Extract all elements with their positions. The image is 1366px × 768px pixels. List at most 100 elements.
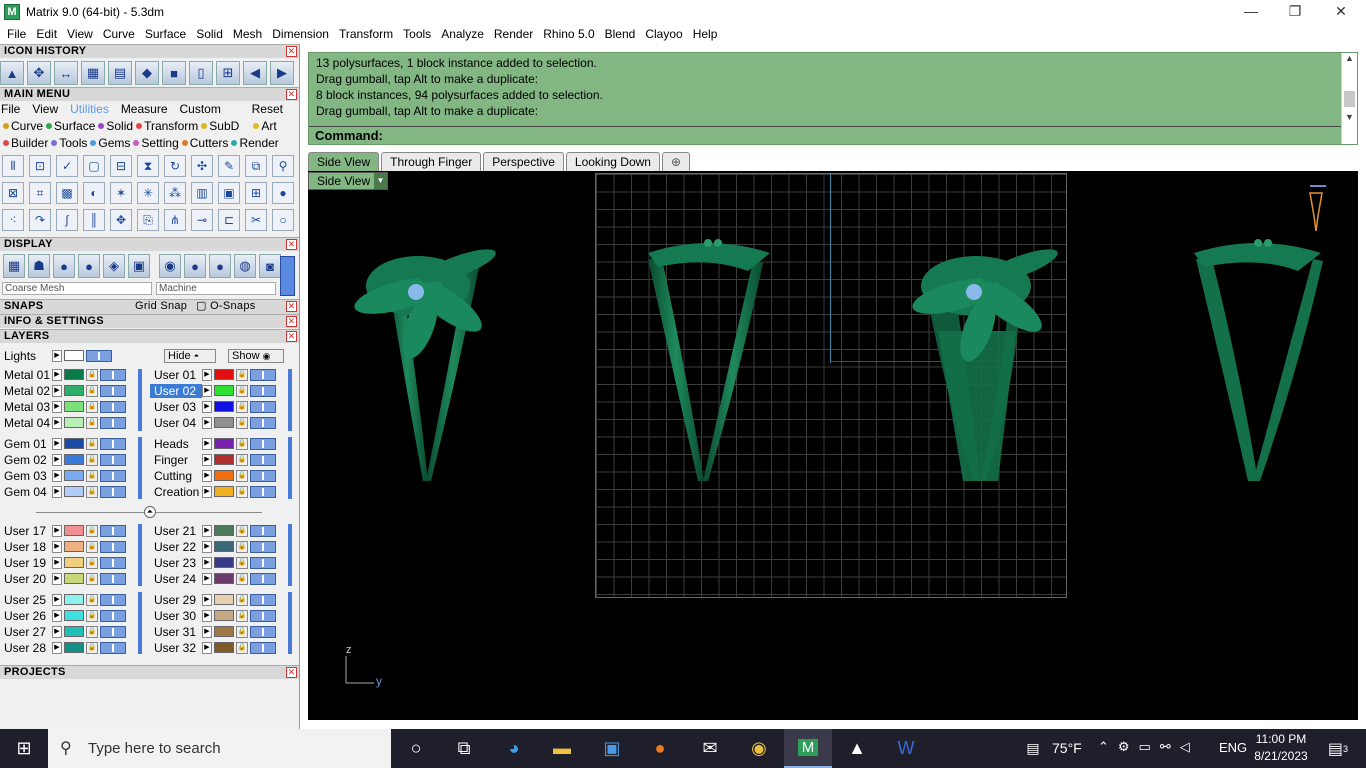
- star-tool-icon[interactable]: ✶: [110, 182, 132, 204]
- lock-icon[interactable]: 🔒: [86, 416, 98, 429]
- lock-icon[interactable]: 🔒: [236, 540, 248, 553]
- layer-color-swatch[interactable]: [64, 401, 84, 412]
- layer-visibility[interactable]: [100, 416, 126, 429]
- scatter-icon[interactable]: ✣: [191, 155, 213, 177]
- task-view-icon[interactable]: ⧉: [440, 729, 488, 768]
- layer-row-lights[interactable]: Lights ▶: [0, 348, 114, 363]
- lock-icon[interactable]: 🔒: [86, 625, 98, 638]
- close-icon[interactable]: ✕: [286, 89, 297, 100]
- lock-icon[interactable]: 🔒: [86, 384, 98, 397]
- windows-start-icon[interactable]: ⊞: [0, 729, 48, 768]
- tab-through-finger[interactable]: Through Finger: [381, 152, 482, 171]
- grid-icon[interactable]: ▦: [81, 61, 105, 85]
- dark-sphere-icon[interactable]: ◍: [234, 254, 256, 278]
- layer-row[interactable]: User 01 ▶ 🔒: [150, 367, 278, 382]
- gem-display-icon[interactable]: ◈: [103, 254, 125, 278]
- material-select[interactable]: Machine: [156, 282, 276, 295]
- close-icon[interactable]: ✕: [286, 331, 297, 342]
- layer-expand-icon[interactable]: ▶: [202, 593, 212, 606]
- cplane-gizmo-icon[interactable]: [1309, 185, 1326, 232]
- menu-dimension[interactable]: Dimension: [267, 27, 334, 41]
- layer-visibility[interactable]: [100, 469, 126, 482]
- layer-row[interactable]: Metal 02 ▶ 🔒: [0, 383, 128, 398]
- cat-transform[interactable]: Transform: [144, 119, 198, 133]
- cat-gems[interactable]: Gems: [98, 136, 130, 150]
- layer-row[interactable]: Finger ▶ 🔒: [150, 452, 278, 467]
- layer-color-swatch[interactable]: [214, 438, 234, 449]
- layer-expand-icon[interactable]: ▶: [52, 400, 62, 413]
- menu-render[interactable]: Render: [489, 27, 538, 41]
- lock-icon[interactable]: 🔒: [236, 416, 248, 429]
- clock[interactable]: 11:00 PM 8/21/2023: [1252, 731, 1310, 765]
- layer-row[interactable]: User 17 ▶ 🔒: [0, 523, 128, 538]
- layer-color-swatch[interactable]: [214, 486, 234, 497]
- close-icon[interactable]: ✕: [286, 46, 297, 57]
- book-icon[interactable]: ▣: [218, 182, 240, 204]
- forward-arrow-icon[interactable]: ▶: [270, 61, 294, 85]
- lock-icon[interactable]: 🔒: [236, 437, 248, 450]
- layer-color[interactable]: [64, 350, 84, 361]
- pencil-icon[interactable]: ✎: [218, 155, 240, 177]
- taskbar-search[interactable]: ⚲ Type here to search: [48, 729, 391, 768]
- layer-row[interactable]: User 18 ▶ 🔒: [0, 539, 128, 554]
- add-tab-icon[interactable]: ⊕: [661, 152, 691, 171]
- gems-icon[interactable]: ◆: [135, 61, 159, 85]
- cat-curve[interactable]: Curve: [11, 119, 43, 133]
- layer-visibility[interactable]: [100, 453, 126, 466]
- layer-color-swatch[interactable]: [64, 525, 84, 536]
- lock-icon[interactable]: 🔒: [86, 400, 98, 413]
- layer-expand-icon[interactable]: ▶: [202, 625, 212, 638]
- tab-perspective[interactable]: Perspective: [483, 152, 564, 171]
- scroll-thumb[interactable]: [1344, 91, 1355, 107]
- layer-color-swatch[interactable]: [214, 385, 234, 396]
- projects-header[interactable]: PROJECTS ✕: [0, 665, 299, 679]
- icon-history-header[interactable]: ICON HISTORY ✕: [0, 44, 299, 58]
- hairpin-model-3[interactable]: [909, 243, 1061, 481]
- layer-expand-icon[interactable]: ▶: [202, 400, 212, 413]
- layer-row[interactable]: Metal 03 ▶ 🔒: [0, 399, 128, 414]
- file-explorer-icon[interactable]: ▬: [538, 729, 586, 768]
- layer-expand-icon[interactable]: ▶: [202, 453, 212, 466]
- layer-row[interactable]: User 03 ▶ 🔒: [150, 399, 278, 414]
- minimize-button[interactable]: —: [1228, 0, 1274, 23]
- link-icon[interactable]: ⊸: [191, 209, 213, 231]
- layer-color-swatch[interactable]: [214, 594, 234, 605]
- menu-transform[interactable]: Transform: [334, 27, 398, 41]
- chrome-icon[interactable]: ◉: [735, 729, 783, 768]
- tray-icons[interactable]: ⌃⚙▭⚯◁: [1098, 739, 1199, 755]
- lock-icon[interactable]: 🔒: [236, 593, 248, 606]
- layer-color-swatch[interactable]: [214, 573, 234, 584]
- firefox-icon[interactable]: ●: [636, 729, 684, 768]
- layer-row[interactable]: User 27 ▶ 🔒: [0, 624, 128, 639]
- cluster-icon[interactable]: ⁖: [2, 209, 24, 231]
- check-icon[interactable]: ✓: [56, 155, 78, 177]
- menu-file[interactable]: File: [2, 27, 31, 41]
- menu-solid[interactable]: Solid: [191, 27, 228, 41]
- layer-visibility[interactable]: [250, 384, 276, 397]
- layer-visibility[interactable]: [250, 469, 276, 482]
- layer-expand-icon[interactable]: ▶: [52, 540, 62, 553]
- lock-icon[interactable]: 🔒: [236, 400, 248, 413]
- layer-row[interactable]: User 26 ▶ 🔒: [0, 608, 128, 623]
- layer-visibility[interactable]: [100, 625, 126, 638]
- display-toggle[interactable]: [280, 256, 295, 296]
- layer-expand-icon[interactable]: ▶: [52, 437, 62, 450]
- lock-icon[interactable]: 🔒: [236, 384, 248, 397]
- language-indicator[interactable]: ENG: [1219, 740, 1247, 755]
- rendered-sphere-icon[interactable]: ●: [78, 254, 100, 278]
- osnaps-toggle[interactable]: ▢ O-Snaps: [196, 300, 256, 313]
- layer-display-icon[interactable]: ▣: [128, 254, 150, 278]
- layer-expand-icon[interactable]: ▶: [52, 593, 62, 606]
- layer-color-swatch[interactable]: [214, 417, 234, 428]
- cat-setting[interactable]: Setting: [141, 136, 178, 150]
- cat-tools[interactable]: Tools: [59, 136, 87, 150]
- lock-icon[interactable]: 🔒: [86, 524, 98, 537]
- menu-mesh[interactable]: Mesh: [228, 27, 267, 41]
- layer-visibility[interactable]: [100, 524, 126, 537]
- menu-analyze[interactable]: Analyze: [436, 27, 489, 41]
- menu-edit[interactable]: Edit: [31, 27, 62, 41]
- snaps-header[interactable]: SNAPS Grid Snap ▢ O-Snaps ✕: [0, 299, 299, 314]
- pyramid-icon[interactable]: ▲: [0, 61, 24, 85]
- layer-expand-icon[interactable]: ▶: [202, 556, 212, 569]
- layer-color-swatch[interactable]: [214, 626, 234, 637]
